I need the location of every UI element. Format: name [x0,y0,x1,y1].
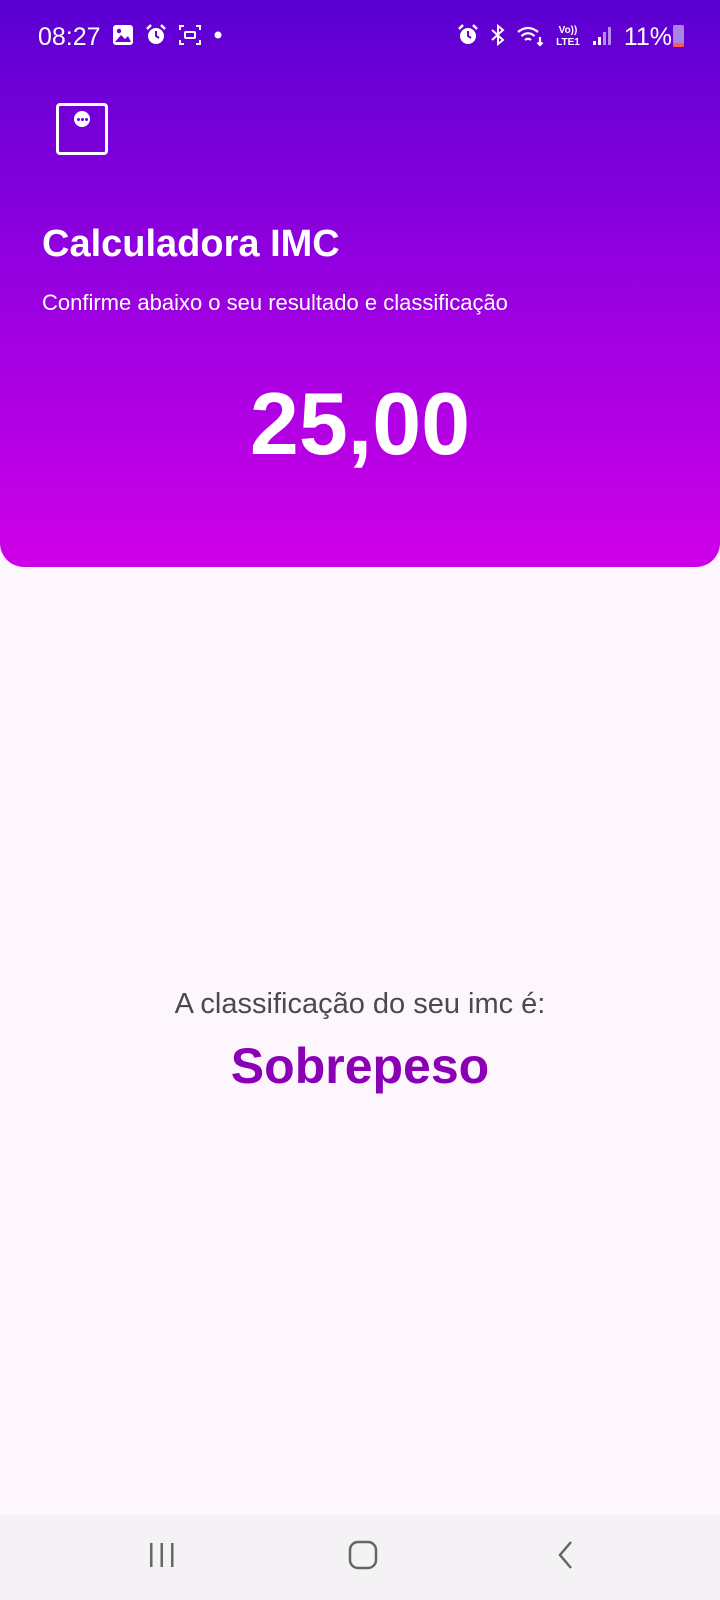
status-bar: 08:27 Vo)) LTE1 11% [0,0,720,76]
volte-lte-icon: Vo)) LTE1 [552,22,584,53]
classification-value: Sobrepeso [230,1038,490,1094]
back-button[interactable] [511,1515,621,1600]
alarm-icon [144,23,168,52]
image-icon [112,24,134,51]
battery-percent: 11% [623,23,672,51]
classification-label: A classificação do seu imc é: [174,988,546,1020]
recents-icon [147,1541,177,1574]
wifi-icon [516,23,544,52]
recents-button[interactable] [107,1515,217,1600]
battery-icon [673,25,684,47]
page-title: Calculadora IMC [42,223,340,265]
status-left-icons [112,23,224,52]
home-icon [347,1539,379,1576]
screen-capture-icon [178,23,202,52]
volte-label: Vo)) [559,25,578,36]
chat-bubble-icon [74,111,90,127]
signal-icon [592,24,612,51]
chat-menu-button[interactable] [56,103,108,155]
battery-level-fill [673,42,684,47]
page-subtitle: Confirme abaixo o seu resultado e classi… [42,290,508,315]
bluetooth-icon [488,23,508,52]
imc-result-value: 25,00 [249,374,471,473]
lte-label: LTE1 [556,37,580,48]
status-time: 08:27 [38,23,101,51]
system-nav-bar [0,1515,720,1600]
alarm-icon [456,23,480,52]
home-button[interactable] [308,1515,418,1600]
back-icon [555,1539,577,1576]
notification-dot-icon [212,28,224,46]
header-panel: 08:27 Vo)) LTE1 11% Calculadora IMC Conf… [0,0,720,567]
status-right-icons: Vo)) LTE1 [456,22,612,53]
